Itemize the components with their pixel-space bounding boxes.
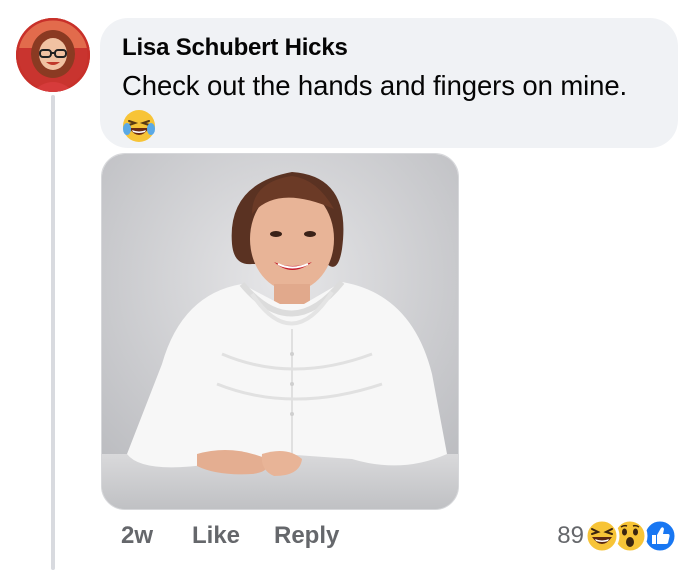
thread-connector-line: [51, 95, 55, 570]
reply-button[interactable]: Reply: [274, 522, 339, 550]
comment-timestamp[interactable]: 2w: [121, 522, 153, 550]
reaction-count: 89: [557, 522, 584, 549]
avatar[interactable]: [16, 18, 90, 92]
like-button[interactable]: Like: [192, 522, 240, 550]
haha-reaction-icon: [584, 518, 620, 554]
comment-text: Check out the hands and fingers on mine.: [122, 70, 628, 101]
laughing-tears-emoji-icon: [122, 109, 156, 143]
comment-bubble: Lisa Schubert Hicks Check out the hands …: [100, 18, 678, 148]
author-name[interactable]: Lisa Schubert Hicks: [122, 34, 348, 62]
comment-photo[interactable]: [101, 153, 459, 510]
